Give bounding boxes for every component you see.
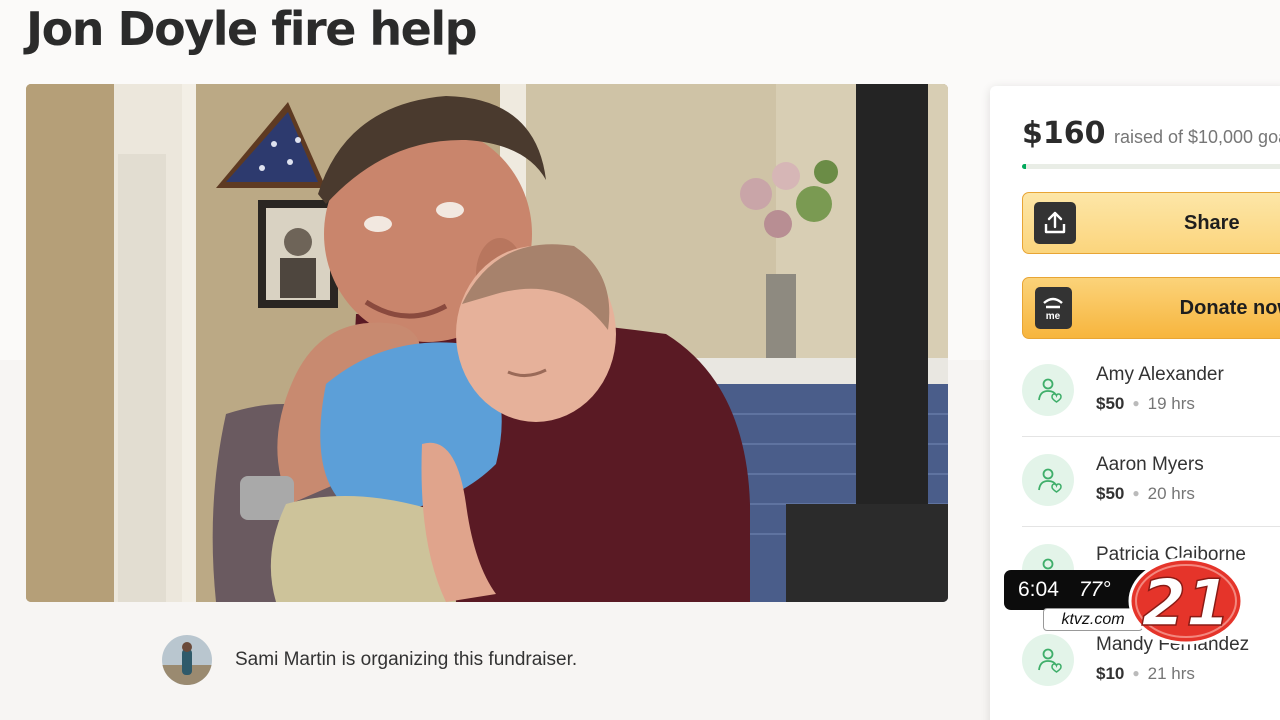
page-title: Jon Doyle fire help: [26, 2, 478, 56]
gofundme-logo-icon: me: [1035, 287, 1072, 329]
share-upload-icon: [1034, 202, 1076, 244]
donation-time: 19 hrs: [1147, 394, 1195, 413]
donation-time: 20 hrs: [1147, 484, 1195, 503]
channel-21-logo: 21: [1126, 555, 1246, 647]
channel-number: 21: [1141, 567, 1230, 641]
progress-bar: [1022, 164, 1280, 169]
progress-bar-fill: [1022, 164, 1027, 169]
separator-dot: ●: [1132, 396, 1140, 410]
donor-meta: $10 ● 21 hrs: [1096, 664, 1195, 684]
donor-name: Aaron Myers: [1096, 454, 1204, 475]
donor-meta: $50 ● 19 hrs: [1096, 394, 1195, 414]
svg-text:me: me: [1046, 311, 1061, 322]
donation-time: 21 hrs: [1147, 664, 1195, 683]
donate-button-label: Donate now: [1179, 296, 1280, 319]
donor-heart-person-icon: [1022, 634, 1074, 686]
separator-dot: ●: [1132, 666, 1140, 680]
fundraiser-photo: [26, 84, 948, 602]
divider: [1022, 436, 1280, 437]
share-button[interactable]: Share: [1022, 192, 1280, 254]
tv-time: 6:04: [1018, 578, 1059, 601]
raised-summary: $160 raised of $10,000 goal: [1022, 116, 1280, 151]
donation-amount: $50: [1096, 394, 1125, 413]
donor-meta: $50 ● 20 hrs: [1096, 484, 1195, 504]
donation-item: Aaron Myers $50 ● 20 hrs: [1022, 454, 1280, 544]
donation-item: Amy Alexander $50 ● 19 hrs: [1022, 364, 1280, 454]
tv-temperature: 77°: [1078, 578, 1111, 601]
donor-heart-person-icon: [1022, 364, 1074, 416]
donation-amount: $10: [1096, 664, 1125, 683]
donor-name: Amy Alexander: [1096, 364, 1224, 385]
separator-dot: ●: [1132, 486, 1140, 500]
goal-text: raised of $10,000 goal: [1113, 127, 1280, 147]
donor-heart-person-icon: [1022, 454, 1074, 506]
donation-amount: $50: [1096, 484, 1125, 503]
organizer-avatar[interactable]: [162, 635, 212, 685]
divider: [1022, 526, 1280, 527]
donate-button[interactable]: me Donate now: [1022, 277, 1280, 339]
share-button-label: Share: [1184, 211, 1240, 234]
organizer-statement: Sami Martin is organizing this fundraise…: [235, 649, 578, 670]
raised-amount: $160: [1022, 116, 1106, 151]
